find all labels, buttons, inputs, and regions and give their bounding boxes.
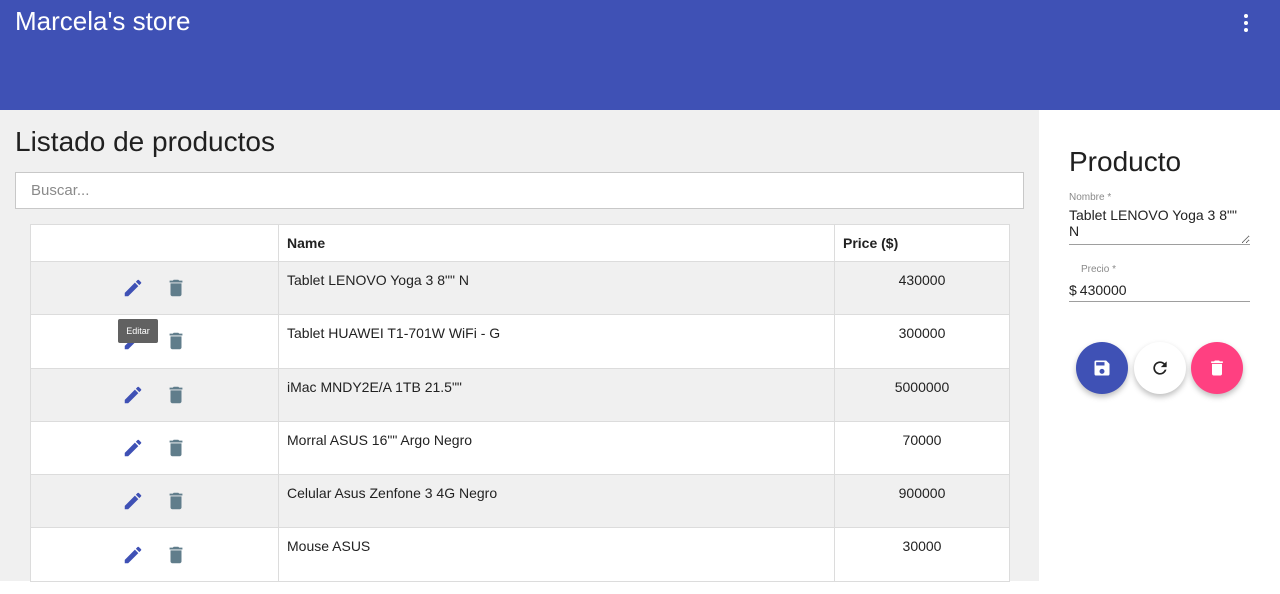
- trash-icon[interactable]: [165, 490, 187, 512]
- trash-icon[interactable]: [165, 330, 187, 352]
- form-title: Producto: [1069, 146, 1182, 177]
- cell-price: 900000: [834, 474, 1010, 529]
- floppy-disk-icon: [1094, 360, 1110, 376]
- column-header-actions: [30, 224, 279, 262]
- row-actions: [30, 260, 279, 316]
- table-header-row: Name Price ($): [30, 224, 1010, 262]
- name-field-label: Nombre *: [1069, 192, 1112, 203]
- pencil-icon[interactable]: [122, 277, 144, 299]
- price-field-label: Precio *: [1081, 264, 1117, 275]
- row-actions: [30, 474, 279, 529]
- cell-price: 300000: [834, 314, 1010, 369]
- price-field-wrapper: $: [1069, 278, 1250, 302]
- column-header-price[interactable]: Price ($): [834, 224, 1010, 262]
- table-row[interactable]: Celular Asus Zenfone 3 4G Negro 900000: [30, 474, 1010, 529]
- refresh-icon: [1153, 361, 1167, 375]
- product-form-panel: Producto Nombre * Tablet LENOVO Yoga 3 8…: [1039, 110, 1280, 594]
- list-title: Listado de productos: [15, 126, 275, 157]
- row-actions: [30, 527, 279, 582]
- product-list-panel: Listado de productos Name Price ($): [0, 110, 1039, 582]
- refresh-button[interactable]: [1134, 342, 1186, 394]
- pencil-icon[interactable]: [122, 544, 144, 566]
- cell-price: 30000: [834, 527, 1010, 582]
- app-bar: Marcela's store: [0, 0, 1280, 110]
- cell-name: Celular Asus Zenfone 3 4G Negro: [278, 474, 835, 529]
- cell-price: 430000: [834, 260, 1010, 316]
- table-row[interactable]: Tablet HUAWEI T1-701W WiFi - G 300000: [30, 314, 1010, 369]
- product-table: Name Price ($) Tablet LENOVO Yoga 3 8"" …: [30, 224, 1010, 582]
- trash-icon[interactable]: [165, 277, 187, 299]
- app-title: Marcela's store: [15, 6, 191, 36]
- row-actions: [30, 367, 279, 422]
- edit-tooltip: Editar: [118, 319, 158, 343]
- search-input[interactable]: [15, 172, 1024, 209]
- trash-icon[interactable]: [165, 544, 187, 566]
- table-row[interactable]: Mouse ASUS 30000: [30, 527, 1010, 582]
- price-field[interactable]: [1079, 281, 1240, 298]
- column-header-name[interactable]: Name: [278, 224, 835, 262]
- more-vert-icon[interactable]: [1236, 12, 1256, 34]
- name-field[interactable]: Tablet LENOVO Yoga 3 8"" N: [1069, 207, 1250, 245]
- pencil-icon[interactable]: [122, 437, 144, 459]
- cell-name: Morral ASUS 16"" Argo Negro: [278, 420, 835, 476]
- cell-name: iMac MNDY2E/A 1TB 21.5"": [278, 367, 835, 422]
- trash-icon: [1211, 360, 1223, 376]
- cell-price: 5000000: [834, 367, 1010, 422]
- price-prefix: $: [1069, 281, 1077, 298]
- pencil-icon[interactable]: [122, 384, 144, 406]
- product-table-wrapper: Name Price ($) Tablet LENOVO Yoga 3 8"" …: [30, 224, 1010, 582]
- save-button[interactable]: [1076, 342, 1128, 394]
- table-row[interactable]: iMac MNDY2E/A 1TB 21.5"" 5000000: [30, 367, 1010, 422]
- cell-price: 70000: [834, 420, 1010, 476]
- delete-button[interactable]: [1191, 342, 1243, 394]
- table-row[interactable]: Tablet LENOVO Yoga 3 8"" N 430000: [30, 260, 1010, 316]
- row-actions: [30, 420, 279, 476]
- pencil-icon[interactable]: [122, 490, 144, 512]
- cell-name: Tablet LENOVO Yoga 3 8"" N: [278, 260, 835, 316]
- trash-icon[interactable]: [165, 384, 187, 406]
- cell-name: Tablet HUAWEI T1-701W WiFi - G: [278, 314, 835, 369]
- table-row[interactable]: Morral ASUS 16"" Argo Negro 70000: [30, 420, 1010, 476]
- cell-name: Mouse ASUS: [278, 527, 835, 582]
- trash-icon[interactable]: [165, 437, 187, 459]
